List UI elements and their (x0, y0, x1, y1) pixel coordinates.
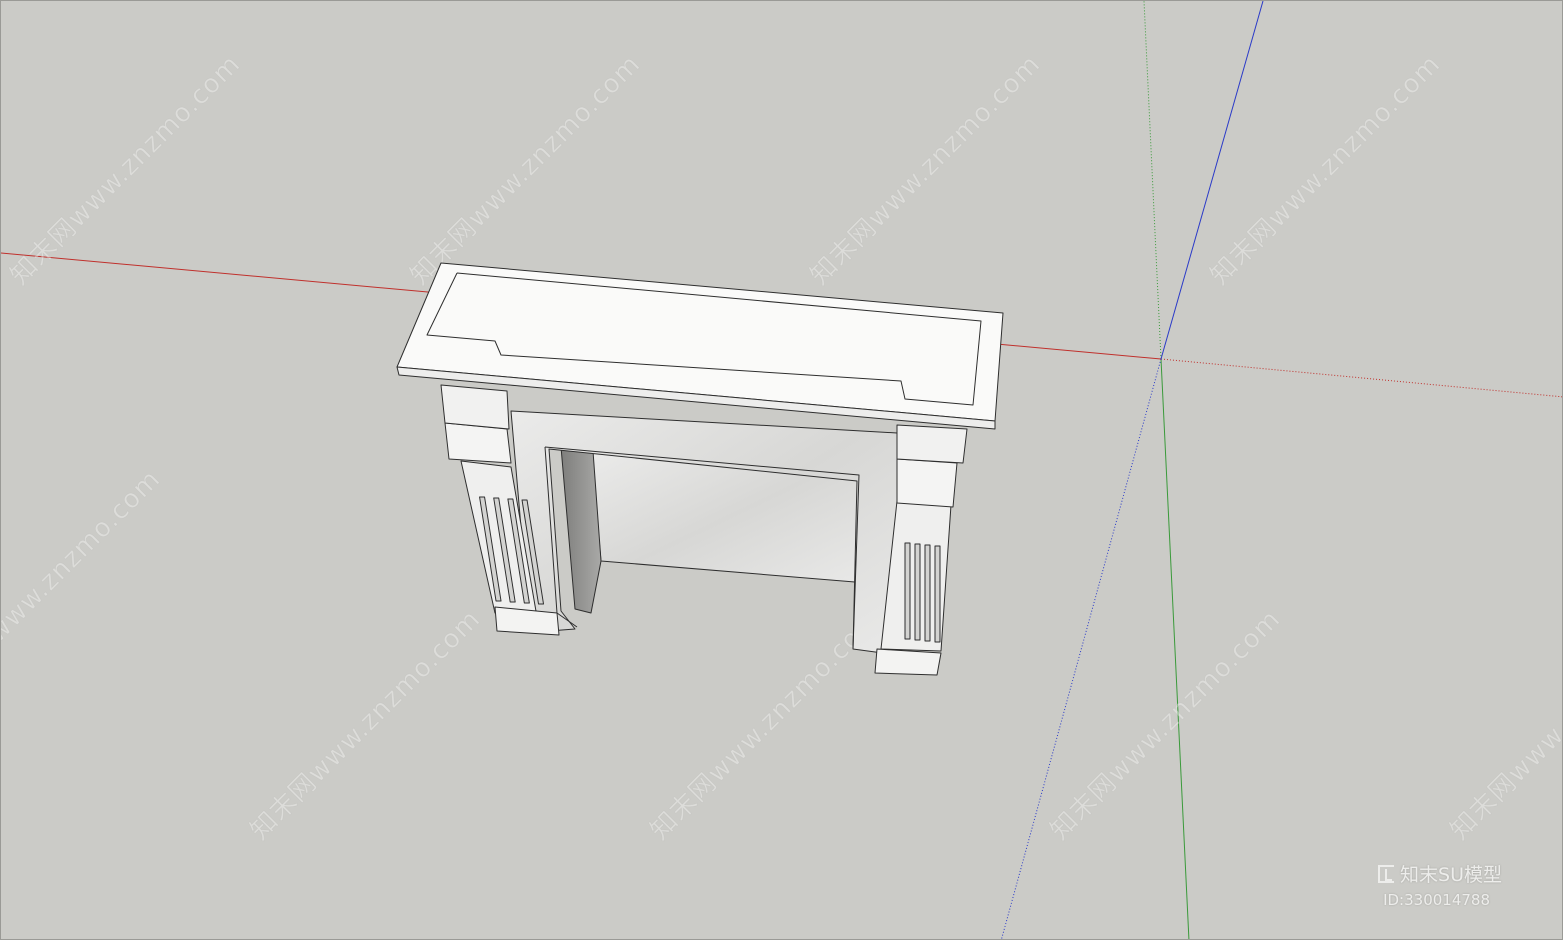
sketchup-viewport[interactable]: 知末网www.znzmo.com 知末网www.znzmo.com 知末网www… (0, 0, 1563, 940)
watermark-text: 知末网www.znzmo.com (1445, 604, 1563, 846)
firebox-left-jamb (560, 446, 602, 614)
red-axis-dotted (1160, 358, 1562, 398)
blue-axis-dotted (1001, 358, 1162, 939)
fireplace-model[interactable] (396, 262, 1004, 676)
watermark-text: 知末网www.znzmo.com (1, 464, 167, 706)
left-pilaster-capital (444, 422, 512, 464)
green-axis-dotted (1143, 1, 1162, 360)
watermark-text: 知末网www.znzmo.com (1045, 604, 1287, 846)
watermark-text: 知末网www.znzmo.com (245, 604, 487, 846)
right-pilaster-base (874, 648, 942, 676)
model-id-label: ID:330014788 (1383, 891, 1490, 909)
watermark-text: 知末网www.znzmo.com (645, 604, 887, 846)
right-pilaster-capital-top (896, 424, 968, 464)
right-pilaster-capital (896, 458, 958, 508)
watermark-text: 知末网www.znzmo.com (1205, 49, 1447, 291)
left-pilaster-capital-top (440, 384, 510, 430)
green-axis-solid (1160, 358, 1190, 939)
brand-name: 知末SU模型 (1400, 864, 1502, 886)
watermark-text: 知末网www.znzmo.com (405, 49, 647, 291)
blue-axis-solid (1160, 1, 1264, 360)
brand-mark: 知末SU模型 (1378, 860, 1502, 887)
watermark-text: 知末网www.znzmo.com (805, 49, 1047, 291)
znzmo-logo-icon (1378, 864, 1395, 883)
watermark-text: 知末网www.znzmo.com (5, 49, 247, 291)
model-scene[interactable]: 知末网www.znzmo.com 知末网www.znzmo.com 知末网www… (1, 1, 1563, 940)
